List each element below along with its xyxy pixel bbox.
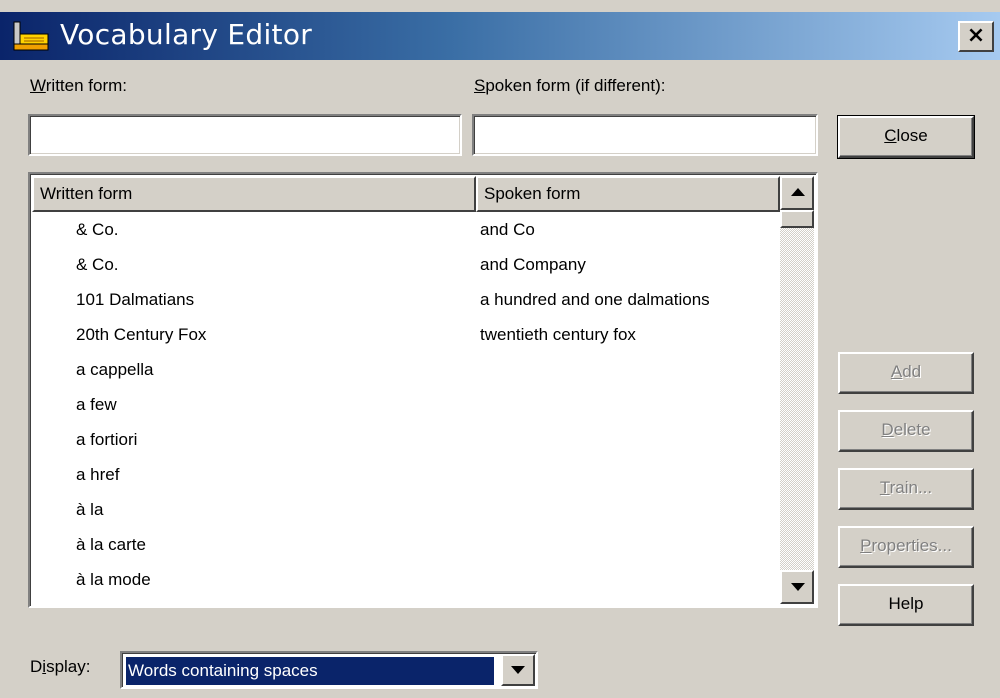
properties-button[interactable]: Properties... — [838, 526, 974, 568]
list-row[interactable]: a fortiori — [32, 422, 780, 457]
written-cell: a href — [76, 465, 120, 484]
spoken-form-label: Spoken form (if different): — [474, 76, 666, 95]
written-form-input[interactable] — [28, 114, 462, 156]
column-header-spoken-form[interactable]: Spoken form — [476, 176, 780, 212]
list-row[interactable]: a href — [32, 457, 780, 492]
display-label: Display: — [30, 657, 91, 676]
list-rows: & Co. and Co & Co. and Company 101 Dalmati… — [32, 212, 780, 597]
dropdown-arrow-icon — [511, 666, 525, 674]
window-title: Vocabulary Editor — [60, 18, 313, 51]
scroll-up-button[interactable] — [780, 176, 814, 210]
list-row[interactable]: à la mode — [32, 562, 780, 597]
scroll-down-arrow-icon — [791, 583, 805, 591]
add-button[interactable]: Add — [838, 352, 974, 394]
written-cell: à la mode — [76, 570, 151, 589]
list-header: Written form Spoken form — [32, 176, 780, 212]
list-row[interactable]: & Co. and Co — [32, 212, 780, 247]
written-cell: a fortiori — [76, 430, 138, 449]
vertical-scrollbar[interactable] — [780, 176, 814, 604]
display-dropdown[interactable]: Words containing spaces — [120, 651, 538, 689]
list-row[interactable]: & Co. and Company — [32, 247, 780, 282]
spoken-cell: and Co — [480, 220, 535, 239]
list-row[interactable]: à la carte — [32, 527, 780, 562]
list-row[interactable]: 101 Dalmatians a hundred and one dalmatio… — [32, 282, 780, 317]
display-selected-value: Words containing spaces — [126, 657, 494, 685]
written-cell: & Co. — [76, 220, 119, 239]
written-cell: & Co. — [76, 255, 119, 274]
written-cell: à la carte — [76, 535, 146, 554]
vocabulary-editor-app-icon — [13, 21, 49, 51]
spoken-form-input[interactable] — [472, 114, 818, 156]
spoken-cell: and Company — [480, 255, 586, 274]
spoken-cell: a hundred and one dalmations — [480, 290, 710, 309]
list-row[interactable]: a few — [32, 387, 780, 422]
written-form-label: Written form: — [30, 76, 127, 95]
scroll-down-button[interactable] — [780, 570, 814, 604]
list-row[interactable]: a cappella — [32, 352, 780, 387]
delete-button[interactable]: Delete — [838, 410, 974, 452]
list-row[interactable]: à la — [32, 492, 780, 527]
help-button[interactable]: Help — [838, 584, 974, 626]
title-bar[interactable]: Vocabulary Editor × — [0, 12, 1000, 60]
display-dropdown-button[interactable] — [501, 654, 535, 686]
scroll-up-arrow-icon — [791, 188, 805, 196]
column-header-written-form[interactable]: Written form — [32, 176, 476, 212]
spoken-cell: twentieth century fox — [480, 325, 636, 344]
scroll-thumb[interactable] — [780, 210, 814, 228]
written-cell: 20th Century Fox — [76, 325, 207, 344]
train-button[interactable]: Train... — [838, 468, 974, 510]
written-cell: à la — [76, 500, 104, 519]
close-window-icon[interactable]: × — [958, 21, 994, 52]
vocabulary-list[interactable]: Written form Spoken form & Co. and Co & C… — [28, 172, 818, 608]
close-button[interactable]: Close — [837, 115, 975, 159]
written-cell: 101 Dalmatians — [76, 290, 195, 309]
list-row[interactable]: 20th Century Fox twentieth century fox — [32, 317, 780, 352]
vocabulary-editor-window: Vocabulary Editor × Written form: Spoken… — [0, 0, 1000, 698]
written-cell: a cappella — [76, 360, 154, 379]
written-cell: a few — [76, 395, 117, 414]
